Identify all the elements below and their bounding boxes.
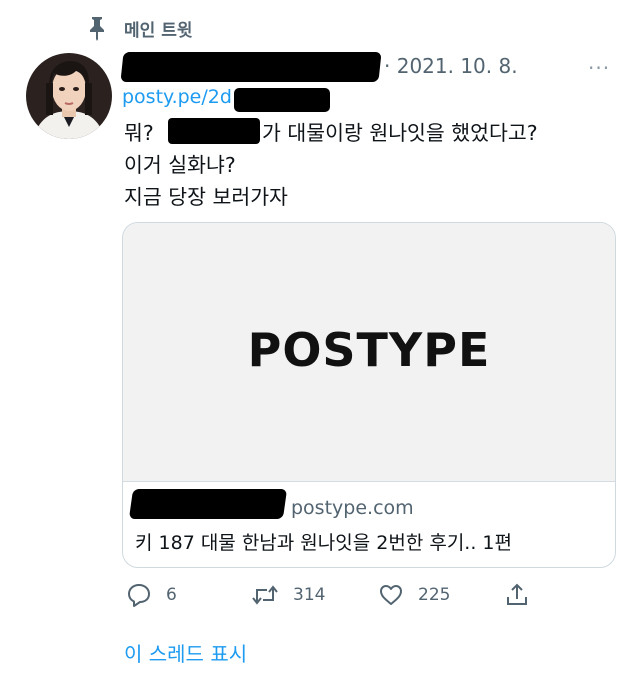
card-title: 키 187 대물 한남과 원나잇을 2번한 후기.. 1편: [135, 532, 512, 554]
share-icon: [504, 582, 530, 608]
reply-count: 6: [166, 585, 177, 605]
pinned-label: 메인 트윗: [124, 21, 193, 41]
redacted-author-name: [120, 52, 382, 82]
tweet-header: · 2021. 10. 8. ···: [120, 50, 622, 84]
heart-icon: [378, 582, 404, 608]
postype-logo: POSTYPE: [247, 323, 491, 377]
tweet-link[interactable]: posty.pe/2d: [122, 86, 232, 108]
retweet-icon: [251, 582, 279, 608]
retweet-button[interactable]: 314: [251, 580, 325, 610]
avatar[interactable]: [26, 53, 112, 139]
tweet-date[interactable]: · 2021. 10. 8.: [384, 54, 518, 78]
share-button[interactable]: [504, 580, 530, 610]
redacted-link-part: [234, 88, 330, 112]
reply-icon: [126, 582, 152, 608]
tweet-text-line-3: 지금 당장 보러가자: [124, 185, 288, 209]
show-thread-link[interactable]: 이 스레드 표시: [124, 638, 247, 667]
like-count: 225: [418, 585, 451, 605]
tweet-text-line-1-start: 뭐?: [124, 121, 154, 145]
pin-icon: [86, 15, 108, 41]
more-options-icon[interactable]: ···: [588, 56, 610, 80]
pinned-indicator: [86, 14, 108, 42]
redacted-domain-part: [128, 489, 288, 519]
card-domain-text: postype.com: [291, 497, 414, 519]
like-button[interactable]: 225: [378, 580, 450, 610]
tweet-text-line-1-end: 가 대물이랑 원나잇을 했었다고?: [262, 121, 538, 145]
link-preview-card[interactable]: POSTYPE postype.com 키 187 대물 한남과 원나잇을 2번…: [122, 222, 616, 568]
redacted-text: [168, 118, 260, 144]
tweet-text-line-2: 이거 실화냐?: [124, 153, 236, 177]
card-image: POSTYPE: [123, 223, 615, 482]
retweet-count: 314: [293, 585, 326, 605]
reply-button[interactable]: 6: [126, 580, 177, 610]
